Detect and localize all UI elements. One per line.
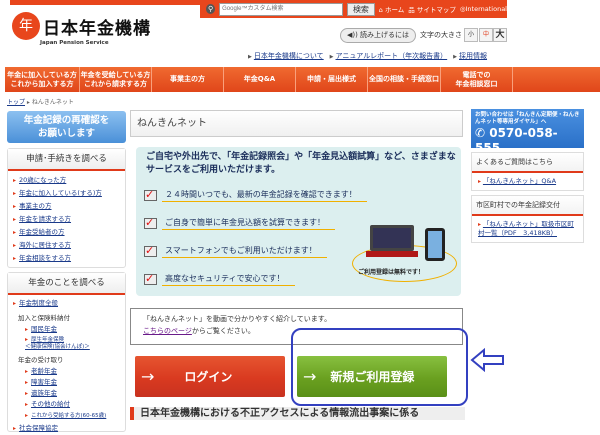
side-link[interactable]: これから受給する方(60-65歳)	[31, 413, 106, 419]
nav-item-receive[interactable]: 年金を受給している方 これから請求する方	[80, 67, 152, 92]
pension-info-heading: 年金のことを調べる	[8, 273, 125, 295]
pension-info-box: 年金のことを調べる 年金制度全般 加入と保険料納付 国民年金 厚生年金保険 ＜健…	[7, 272, 126, 432]
video-text: 「ねんきんネット」を動画で分かりやすく紹介しています。	[143, 315, 332, 323]
font-size-label: 文字の大きさ	[420, 31, 462, 39]
side-link[interactable]: 年金に加入している(する)方	[19, 189, 102, 197]
procedures-box: 申請･手続きを調べる 20歳になった方 年金に加入している(する)方 事業主の方…	[7, 148, 126, 268]
sitemap-link[interactable]: 品 サイトマップ	[408, 4, 456, 14]
side-link[interactable]: 年金を請求する方	[19, 215, 71, 223]
check-icon: ✓	[144, 245, 157, 257]
laptop-base	[366, 251, 418, 257]
nav-item-qa[interactable]: 年金Q&A	[224, 67, 296, 92]
feature-item: ✓ ご自身で簡単に年金見込額を試算できます！	[144, 217, 335, 230]
faq-heading: よくあるご質問はこちら	[472, 153, 583, 173]
breadcrumb-current: ねんきんネット	[31, 99, 74, 106]
logo[interactable]: 年 日本年金機構	[12, 12, 151, 40]
sub-links: ▶ 日本年金機構について ▶ アニュアルレポート（年次報告書） ▶ 採用情報	[248, 52, 488, 60]
logo-subtitle: Japan Pension Service	[40, 40, 109, 46]
phone-icon: ✆	[475, 126, 490, 140]
feature-item: ✓ 高度なセキュリティで安心です！	[144, 273, 295, 286]
record-check-banner[interactable]: 年金記録の再確認を お願いします	[7, 111, 126, 143]
video-suffix: からご覧ください。	[191, 327, 255, 335]
side-link[interactable]: 年金相談をする方	[19, 254, 71, 262]
nav-item-offices[interactable]: 全国の相談・手続窓口	[368, 67, 441, 92]
breadcrumb-home[interactable]: トップ	[7, 99, 25, 106]
video-page-link[interactable]: こちらのページ	[143, 327, 192, 335]
search-icon: ⚲	[206, 4, 216, 14]
nav-item-employer[interactable]: 事業主の方	[152, 67, 224, 92]
search-button[interactable]: 検索	[347, 2, 375, 16]
recruit-link[interactable]: 採用情報	[459, 52, 487, 60]
side-link[interactable]: 老齢年金	[31, 367, 57, 375]
arrow-left-annotation-icon	[470, 348, 504, 372]
notice-heading: 日本年金機構における不正アクセスによる情報流出事案に係る	[130, 407, 465, 420]
read-aloud-button[interactable]: ◀)) 読み上げるには	[340, 28, 416, 43]
top-tools: ⚲ 検索 ⌂ ホーム 品 サイトマップ ◎International	[200, 0, 507, 18]
breadcrumb: トップ ▸ ねんきんネット	[7, 99, 74, 106]
side-link[interactable]: 社会保障協定	[19, 424, 58, 432]
annual-report-link[interactable]: アニュアルレポート（年次報告書）	[336, 52, 448, 60]
municipal-heading: 市区町村での年金記録交付	[472, 196, 583, 216]
logo-text: 日本年金機構	[43, 18, 151, 39]
font-size-medium[interactable]: 中	[479, 28, 493, 42]
side-group-label: 加入と保険料納付	[18, 314, 70, 322]
side-link[interactable]: 事業主の方	[19, 202, 52, 210]
smartphone-icon	[425, 228, 445, 261]
nav-item-join[interactable]: 年金に加入している方 これから加入する方	[5, 67, 80, 92]
free-registration-caption: ご利用登録は無料です！	[358, 269, 425, 276]
logo-mark-icon: 年	[12, 12, 40, 40]
about-link[interactable]: 日本年金機構について	[254, 52, 324, 60]
check-icon: ✓	[144, 273, 157, 285]
side-link[interactable]: 遺族年金	[31, 389, 57, 397]
feature-item: ✓ スマートフォンでもご利用いただけます！	[144, 245, 327, 258]
highlight-annotation	[291, 328, 468, 406]
side-link[interactable]: 厚生年金保険 ＜健康保険(協会けんぽ)＞	[25, 337, 90, 350]
page-title: ねんきんネット	[130, 110, 463, 137]
contact-banner[interactable]: お問い合わせは「ねんきん定期便・ねんきんネット等専用ダイヤル」へ ✆ 0570-…	[471, 109, 584, 155]
side-group-label: 年金の受け取り	[18, 356, 64, 364]
procedures-heading: 申請･手続きを調べる	[8, 149, 125, 171]
main-nav: 年金に加入している方 これから加入する方 年金を受給している方 これから請求する…	[5, 67, 600, 92]
side-link[interactable]: 海外に居住する方	[19, 241, 71, 249]
side-link[interactable]: 20歳になった方	[19, 176, 66, 184]
home-link[interactable]: ⌂ ホーム	[379, 4, 405, 14]
nav-item-phone[interactable]: 電話での 年金相談窓口	[441, 67, 513, 92]
side-link[interactable]: 障害年金	[31, 378, 57, 386]
font-size-large[interactable]: 大	[493, 28, 507, 42]
international-link[interactable]: ◎International	[460, 5, 507, 13]
check-icon: ✓	[144, 189, 157, 201]
check-icon: ✓	[144, 217, 157, 229]
intro-headline: ご自宅や外出先で、「年金記録照会」や「年金見込額試算」など、さまざまなサービスを…	[146, 152, 456, 175]
nav-item-forms[interactable]: 申請・届出様式	[296, 67, 368, 92]
font-size-small[interactable]: 小	[464, 28, 478, 42]
municipal-list-link[interactable]: 「ねんきんネット」取扱市区町村一覧（PDF 3,418KB）	[478, 220, 574, 237]
side-link[interactable]: その他の給付	[31, 400, 70, 408]
side-link[interactable]: 年金受給者の方	[19, 228, 65, 236]
laptop-icon	[370, 225, 414, 251]
faq-box: よくあるご質問はこちら 「ねんきんネット」Q&A	[471, 152, 584, 191]
faq-link[interactable]: 「ねんきんネット」Q&A	[483, 177, 556, 185]
login-button[interactable]: → ログイン	[135, 356, 285, 397]
search-input[interactable]	[219, 2, 344, 16]
side-link[interactable]: 年金制度全般	[19, 299, 58, 307]
arrow-right-icon: →	[141, 367, 155, 386]
contact-text: お問い合わせは「ねんきん定期便・ねんきんネット等専用ダイヤル」へ	[475, 112, 580, 125]
feature-item: ✓ ２４時間いつでも、最新の年金記録を確認できます！	[144, 189, 367, 202]
side-link[interactable]: 国民年金	[31, 325, 57, 333]
municipal-box: 市区町村での年金記録交付 「ねんきんネット」取扱市区町村一覧（PDF 3,418…	[471, 195, 584, 243]
